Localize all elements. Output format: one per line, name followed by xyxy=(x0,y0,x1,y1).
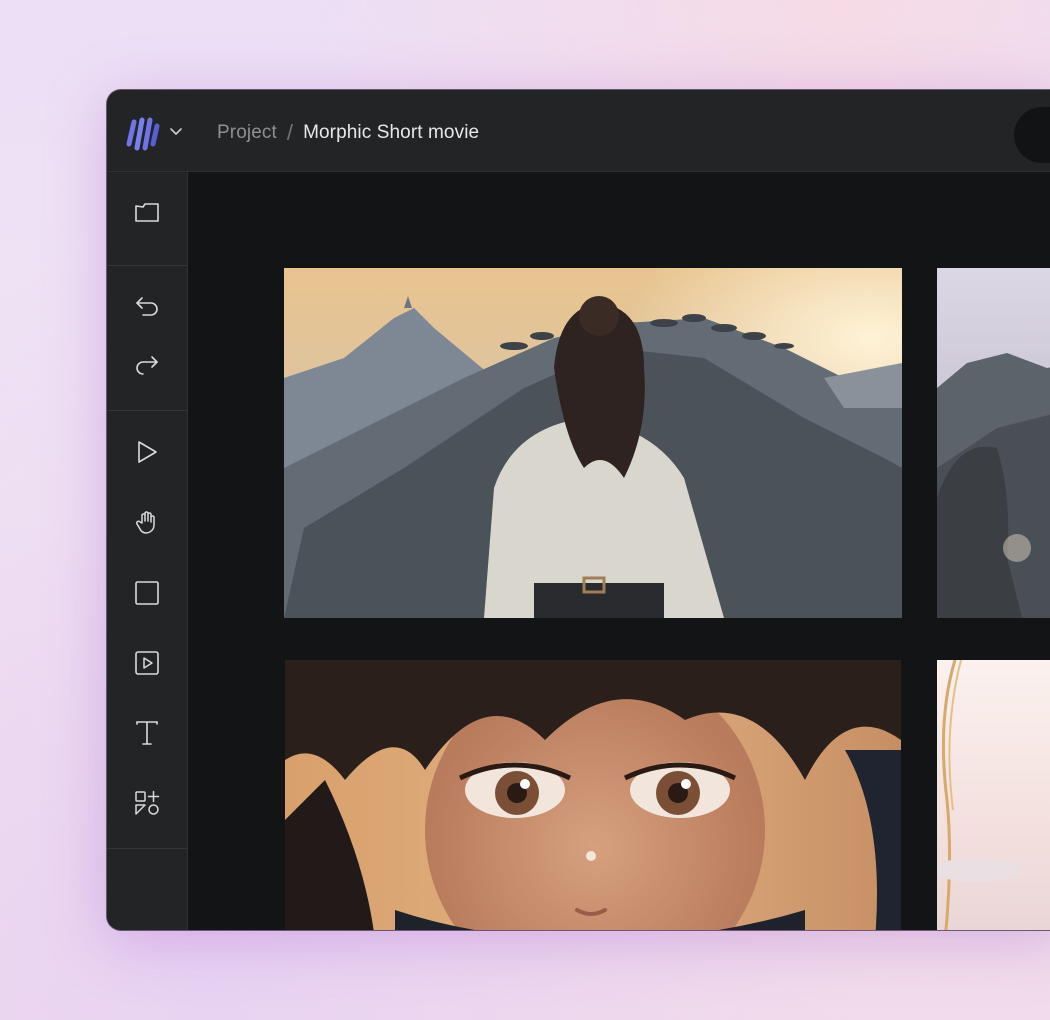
add-widget-icon[interactable] xyxy=(129,785,165,821)
video-frame-icon[interactable] xyxy=(129,645,165,681)
breadcrumb-current-project[interactable]: Morphic Short movie xyxy=(303,122,479,144)
canvas-area[interactable] xyxy=(188,172,1050,930)
morphic-logo-icon[interactable] xyxy=(125,114,161,154)
breadcrumb-project-link[interactable]: Project xyxy=(217,122,277,144)
chevron-down-icon[interactable] xyxy=(169,124,183,138)
top-bar: Project / Morphic Short movie xyxy=(107,90,1050,172)
redo-icon[interactable] xyxy=(129,344,165,380)
select-arrow-icon[interactable] xyxy=(129,434,165,470)
text-icon[interactable] xyxy=(129,715,165,751)
sidebar-divider xyxy=(107,410,187,411)
breadcrumb: Project / Morphic Short movie xyxy=(217,120,479,146)
sidebar-divider xyxy=(107,265,187,266)
rectangle-icon[interactable] xyxy=(129,575,165,611)
sidebar-divider xyxy=(107,848,187,849)
folder-icon[interactable] xyxy=(129,194,165,230)
app-window: Project / Morphic Short movie xyxy=(107,90,1050,930)
girl-closeup-frame[interactable] xyxy=(285,660,901,930)
breadcrumb-separator: / xyxy=(286,120,294,145)
girl-on-hill-frame[interactable] xyxy=(284,268,902,618)
hand-pan-icon[interactable] xyxy=(129,504,165,540)
tool-sidebar xyxy=(107,172,188,930)
misty-mountains-frame[interactable] xyxy=(937,268,1050,618)
bright-sky-frame[interactable] xyxy=(937,660,1050,930)
undo-icon[interactable] xyxy=(129,288,165,324)
top-right-pill-button[interactable] xyxy=(1014,107,1050,163)
